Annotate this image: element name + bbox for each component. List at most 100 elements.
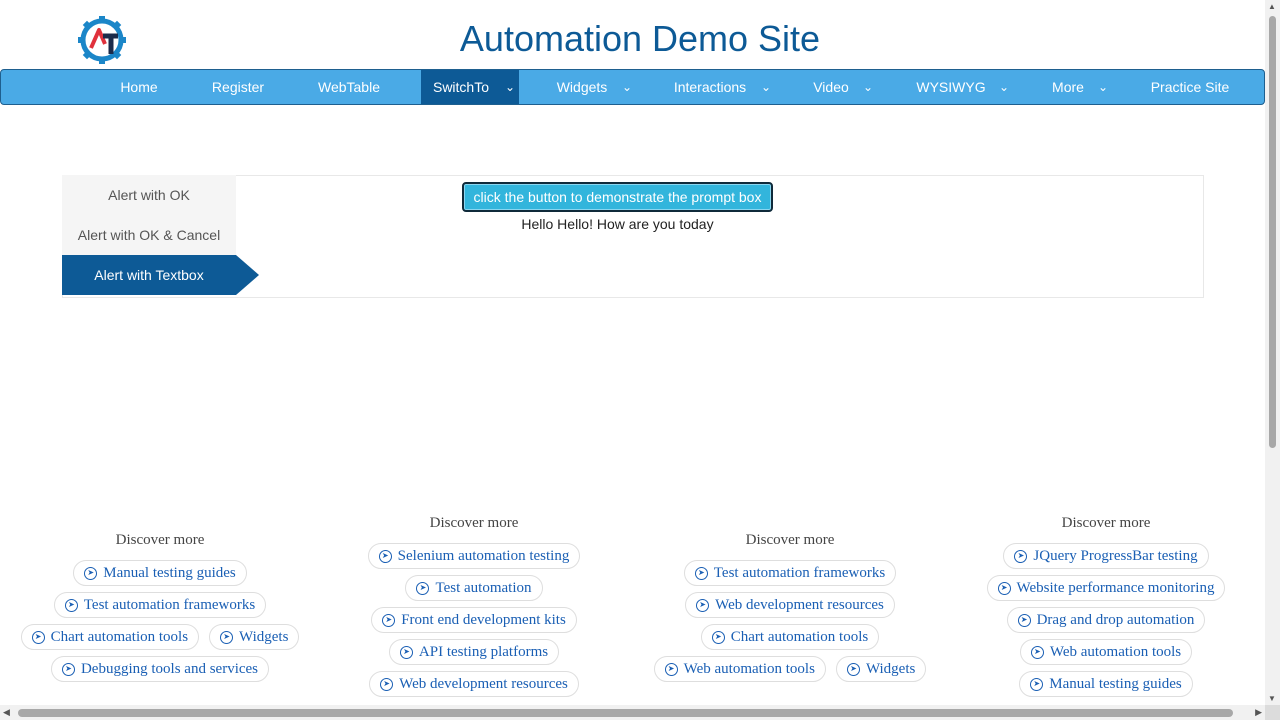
chip-label: JQuery ProgressBar testing bbox=[1033, 547, 1198, 564]
arrow-circle-icon: ➤ bbox=[1017, 613, 1031, 627]
discover-more-column-2: Discover more ➤ Selenium automation testi… bbox=[314, 515, 634, 703]
discover-more-title: Discover more bbox=[429, 515, 519, 531]
main-navbar: Home Register WebTable SwitchTo ⌄ Widget… bbox=[0, 69, 1265, 105]
interactions-chevron-down-icon[interactable]: ⌄ bbox=[761, 70, 771, 104]
discover-chip-test-automation-frameworks[interactable]: ➤ Test automation frameworks bbox=[53, 592, 267, 618]
arrow-circle-icon: ➤ bbox=[64, 598, 78, 612]
prompt-result-text: Hello Hello! How are you today bbox=[521, 216, 714, 232]
discover-chip-jquery-progressbar-testing[interactable]: ➤ JQuery ProgressBar testing bbox=[1003, 543, 1209, 569]
chip-label: Drag and drop automation bbox=[1036, 611, 1195, 628]
tab-alert-with-ok-cancel[interactable]: Alert with OK & Cancel bbox=[62, 215, 236, 255]
chip-label: Front end development kits bbox=[401, 611, 566, 628]
discover-more-title: Discover more bbox=[745, 532, 835, 548]
discover-chip-selenium-automation-testing[interactable]: ➤ Selenium automation testing bbox=[367, 543, 581, 569]
chip-label: Web development resources bbox=[399, 675, 568, 692]
discover-chip-website-performance-monitoring[interactable]: ➤ Website performance monitoring bbox=[986, 575, 1226, 601]
arrow-circle-icon: ➤ bbox=[84, 566, 98, 580]
widgets-chevron-down-icon[interactable]: ⌄ bbox=[622, 70, 632, 104]
arrow-circle-icon: ➤ bbox=[61, 662, 75, 676]
arrow-circle-icon: ➤ bbox=[1030, 677, 1044, 691]
chip-label: API testing platforms bbox=[418, 643, 549, 660]
arrow-circle-icon: ➤ bbox=[220, 630, 234, 644]
wysiwyg-chevron-down-icon[interactable]: ⌄ bbox=[999, 70, 1009, 104]
chip-label: Chart automation tools bbox=[730, 628, 869, 645]
chip-label: Selenium automation testing bbox=[397, 547, 570, 564]
chip-label: Web automation tools bbox=[683, 660, 815, 677]
prompt-box-button[interactable]: click the button to demonstrate the prom… bbox=[462, 182, 773, 212]
nav-register[interactable]: Register bbox=[197, 70, 279, 104]
tab-alert-with-textbox-label: Alert with Textbox bbox=[94, 267, 204, 283]
tab-alert-with-ok[interactable]: Alert with OK bbox=[62, 175, 236, 215]
horizontal-scrollbar-thumb[interactable] bbox=[18, 709, 1233, 717]
nav-practice-site[interactable]: Practice Site bbox=[1141, 70, 1239, 104]
video-chevron-down-icon[interactable]: ⌄ bbox=[863, 70, 873, 104]
discover-chip-web-development-resources[interactable]: ➤ Web development resources bbox=[685, 592, 895, 618]
chip-label: Manual testing guides bbox=[103, 564, 236, 581]
discover-chip-chart-automation-tools[interactable]: ➤ Chart automation tools bbox=[20, 624, 200, 650]
arrow-circle-icon: ➤ bbox=[416, 581, 430, 595]
discover-chip-api-testing-platforms[interactable]: ➤ API testing platforms bbox=[388, 639, 560, 665]
chip-label: Test automation bbox=[435, 579, 532, 596]
tab-alert-with-textbox[interactable]: Alert with Textbox bbox=[62, 255, 259, 295]
discover-more-column-1: Discover more ➤ Manual testing guides ➤ Te… bbox=[0, 532, 320, 688]
nav-widgets[interactable]: Widgets bbox=[544, 70, 620, 104]
discover-chip-debugging-tools[interactable]: ➤ Debugging tools and services bbox=[50, 656, 270, 682]
switchto-chevron-down-icon[interactable]: ⌄ bbox=[501, 70, 519, 104]
arrow-circle-icon: ➤ bbox=[711, 630, 725, 644]
chip-label: Web development resources bbox=[715, 596, 884, 613]
scroll-up-arrow-icon[interactable]: ▲ bbox=[1268, 2, 1276, 11]
chip-label: Test automation frameworks bbox=[83, 596, 256, 613]
discover-chip-manual-testing-guides[interactable]: ➤ Manual testing guides bbox=[73, 560, 247, 586]
arrow-circle-icon: ➤ bbox=[1030, 645, 1044, 659]
nav-interactions[interactable]: Interactions bbox=[663, 70, 757, 104]
arrow-circle-icon: ➤ bbox=[380, 677, 394, 691]
discover-chip-web-development-resources[interactable]: ➤ Web development resources bbox=[369, 671, 579, 697]
discover-more-title: Discover more bbox=[1061, 515, 1151, 531]
nav-home[interactable]: Home bbox=[105, 70, 173, 104]
discover-chip-manual-testing-guides[interactable]: ➤ Manual testing guides bbox=[1019, 671, 1193, 697]
discover-more-column-3: Discover more ➤ Test automation framework… bbox=[630, 532, 950, 688]
horizontal-scrollbar[interactable]: ◀ ▶ bbox=[0, 705, 1265, 720]
discover-chip-drag-and-drop-automation[interactable]: ➤ Drag and drop automation bbox=[1006, 607, 1206, 633]
chip-label: Web automation tools bbox=[1049, 643, 1182, 660]
nav-wysiwyg[interactable]: WYSIWYG bbox=[909, 70, 993, 104]
chip-label: Website performance monitoring bbox=[1016, 579, 1215, 596]
chip-label: Test automation frameworks bbox=[713, 564, 886, 581]
discover-chip-widgets[interactable]: ➤ Widgets bbox=[835, 656, 927, 682]
nav-switchto[interactable]: SwitchTo bbox=[421, 70, 501, 104]
chip-label: Debugging tools and services bbox=[80, 660, 259, 677]
discover-chip-test-automation-frameworks[interactable]: ➤ Test automation frameworks bbox=[683, 560, 897, 586]
arrow-circle-icon: ➤ bbox=[399, 645, 413, 659]
vertical-scrollbar[interactable]: ▲ ▼ bbox=[1265, 0, 1280, 705]
discover-chip-test-automation[interactable]: ➤ Test automation bbox=[405, 575, 543, 601]
arrow-circle-icon: ➤ bbox=[846, 662, 860, 676]
scroll-left-arrow-icon[interactable]: ◀ bbox=[3, 707, 10, 718]
chip-label: Widgets bbox=[865, 660, 916, 677]
discover-more-column-4: Discover more ➤ JQuery ProgressBar testin… bbox=[946, 515, 1266, 703]
discover-more-title: Discover more bbox=[115, 532, 205, 548]
site-title: Automation Demo Site bbox=[459, 18, 821, 59]
discover-chip-web-automation-tools[interactable]: ➤ Web automation tools bbox=[1019, 639, 1193, 665]
arrow-circle-icon: ➤ bbox=[696, 598, 710, 612]
scrollbar-corner bbox=[1265, 705, 1280, 720]
vertical-scrollbar-thumb[interactable] bbox=[1269, 16, 1276, 448]
discover-chip-chart-automation-tools[interactable]: ➤ Chart automation tools bbox=[700, 624, 880, 650]
discover-chip-front-end-development-kits[interactable]: ➤ Front end development kits bbox=[371, 607, 577, 633]
discover-chip-widgets[interactable]: ➤ Widgets bbox=[209, 624, 300, 650]
alert-tabs: Alert with OK Alert with OK & Cancel Ale… bbox=[62, 175, 259, 295]
arrow-circle-icon: ➤ bbox=[664, 662, 678, 676]
more-chevron-down-icon[interactable]: ⌄ bbox=[1098, 70, 1108, 104]
discover-chip-web-automation-tools[interactable]: ➤ Web automation tools bbox=[653, 656, 826, 682]
arrow-circle-icon: ➤ bbox=[382, 613, 396, 627]
nav-video[interactable]: Video bbox=[805, 70, 857, 104]
scroll-down-arrow-icon[interactable]: ▼ bbox=[1268, 694, 1276, 703]
arrow-circle-icon: ➤ bbox=[694, 566, 708, 580]
chip-label: Widgets bbox=[239, 628, 289, 645]
scroll-right-arrow-icon[interactable]: ▶ bbox=[1255, 707, 1262, 718]
nav-more[interactable]: More bbox=[1041, 70, 1095, 104]
arrow-circle-icon: ➤ bbox=[1014, 549, 1028, 563]
arrow-circle-icon: ➤ bbox=[31, 630, 45, 644]
active-tab-arrow-icon bbox=[236, 255, 259, 295]
arrow-circle-icon: ➤ bbox=[378, 549, 392, 563]
nav-webtable[interactable]: WebTable bbox=[306, 70, 392, 104]
